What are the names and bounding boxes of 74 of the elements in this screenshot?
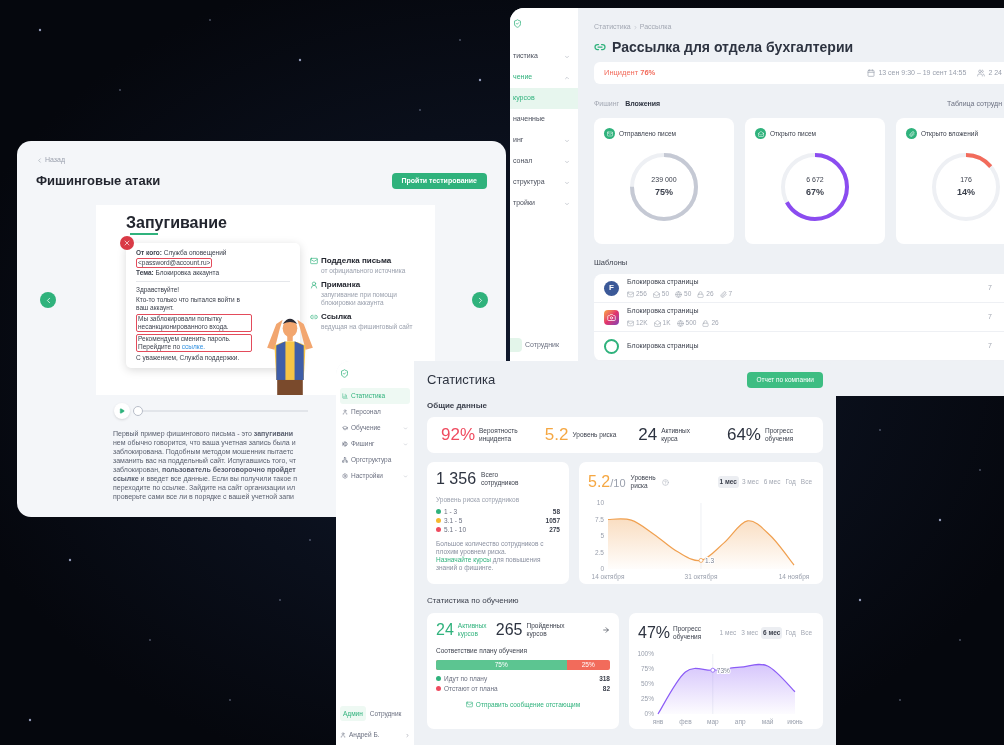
progress-value: 47%	[638, 623, 671, 643]
mail-icon	[310, 257, 318, 265]
link-icon	[310, 313, 318, 321]
settings-icon	[342, 473, 348, 479]
chevron-down-icon	[564, 158, 570, 165]
slide-heading: Запугивание	[126, 213, 227, 233]
chart-icon	[342, 393, 348, 399]
avatar-icon	[510, 338, 522, 352]
template-logo: F	[604, 280, 619, 296]
mail-icon	[465, 701, 473, 709]
chevron-up-icon	[564, 74, 570, 81]
donut-percent: 67%	[806, 185, 824, 199]
chevron-right-icon	[405, 732, 410, 738]
chevron-left-icon	[36, 156, 43, 164]
next-button[interactable]	[472, 292, 488, 308]
logo-icon	[513, 19, 522, 28]
open-mail-icon	[755, 128, 766, 139]
chevron-down-icon	[564, 137, 570, 144]
feature-title: Приманка	[321, 279, 361, 291]
kpi-value: 92%	[441, 424, 476, 447]
chevron-down-icon	[403, 441, 408, 447]
employee-total: 1 356	[436, 469, 477, 489]
mail-icon	[627, 290, 634, 298]
feature-title: Ссылка	[321, 311, 352, 323]
chevron-down-icon	[564, 179, 570, 186]
hierarchy-icon	[342, 457, 348, 463]
camera-icon	[604, 309, 619, 325]
feature-title: Подделка письма	[321, 255, 392, 267]
mail-icon	[627, 319, 634, 327]
kpi-value: 5.2	[544, 424, 569, 447]
lock-icon	[702, 319, 710, 327]
mail-icon	[604, 128, 615, 139]
open-mail-icon	[653, 319, 661, 327]
section-title: Статистика по обучению	[427, 595, 520, 605]
open-mail-icon	[652, 290, 660, 298]
globe-icon	[675, 290, 683, 298]
donut-percent: 14%	[957, 185, 975, 199]
risk-score: 5.2/10	[588, 472, 626, 492]
chevron-down-icon	[564, 200, 570, 207]
passed-courses-value: 265	[495, 620, 523, 640]
paperclip-icon	[719, 290, 727, 298]
help-icon	[661, 478, 669, 486]
page-title: Фишинговые атаки	[36, 172, 161, 191]
graduation-cap-icon	[342, 425, 348, 431]
play-icon	[119, 408, 125, 414]
ring-icon	[604, 338, 619, 354]
arrow-right-icon[interactable]	[602, 626, 610, 634]
link-icon	[594, 41, 606, 53]
calendar-icon	[867, 69, 876, 77]
audio-thumb[interactable]	[133, 406, 143, 416]
fish-icon	[342, 441, 348, 447]
chevron-down-icon	[564, 53, 570, 60]
person-icon	[310, 281, 318, 289]
audio-slider[interactable]	[133, 406, 308, 416]
chevron-down-icon	[403, 473, 408, 479]
previous-button[interactable]	[40, 292, 56, 308]
kpi-value: 64%	[726, 424, 761, 447]
section-title: Общие данные	[427, 400, 488, 410]
chart-point	[710, 667, 716, 673]
paperclip-icon	[906, 128, 917, 139]
chart-point	[698, 558, 704, 563]
chevron-down-icon	[403, 425, 408, 431]
page-title: Статистика	[427, 371, 496, 390]
user-icon	[340, 732, 346, 739]
globe-icon	[676, 319, 684, 327]
mailing-title: Рассылка для отдела бухгалтерии	[612, 37, 854, 57]
donut-percent: 75%	[655, 185, 673, 199]
users-icon	[977, 69, 986, 77]
active-courses-value: 24	[436, 620, 454, 640]
play-button[interactable]	[114, 403, 130, 419]
person-icon	[342, 409, 348, 415]
logo-icon	[340, 369, 349, 378]
kpi-value: 24	[638, 424, 658, 447]
lock-icon	[697, 290, 705, 298]
